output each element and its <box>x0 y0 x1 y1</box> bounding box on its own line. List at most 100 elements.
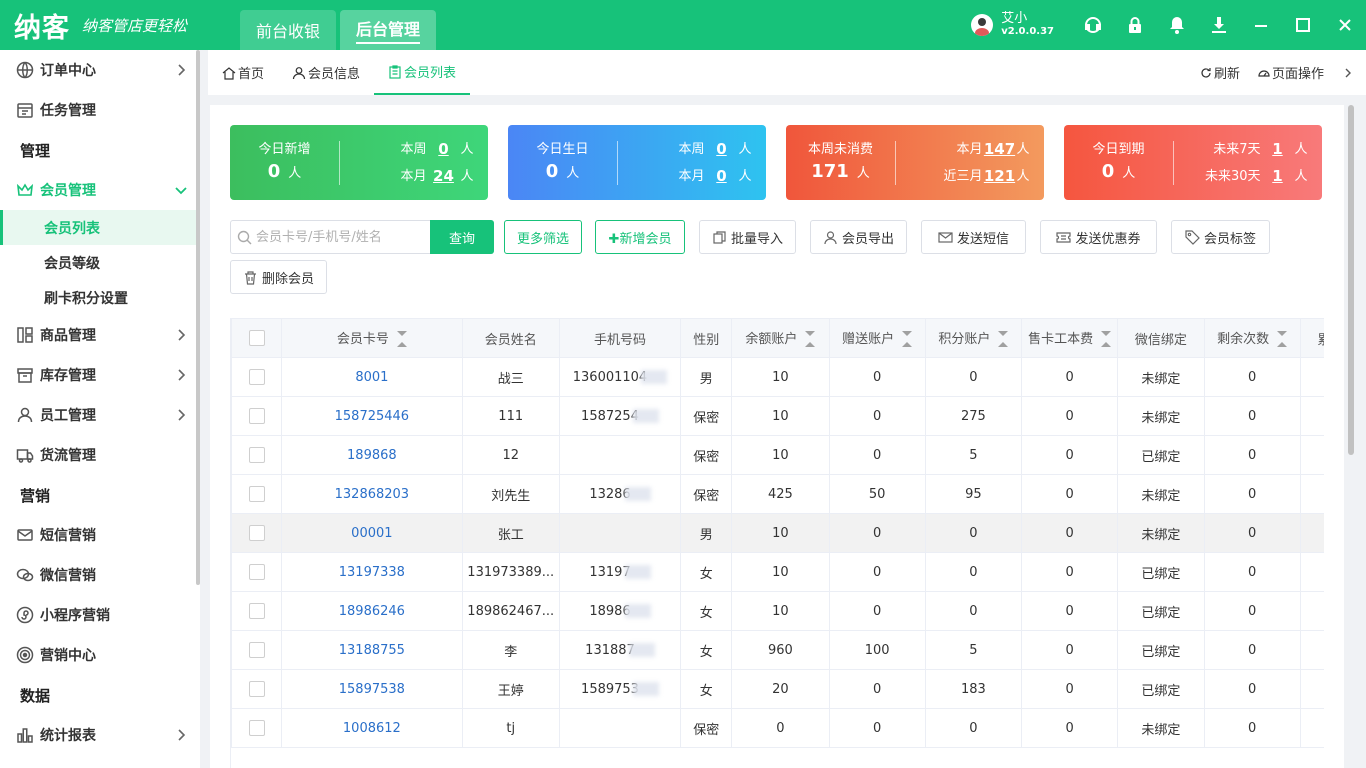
sort-icon[interactable] <box>1101 330 1112 348</box>
row-checkbox[interactable] <box>248 564 265 580</box>
table-row[interactable]: 13188755 李 131887 女 960 100 5 0 已绑定 0 <box>231 630 1324 670</box>
row-checkbox[interactable] <box>248 525 265 541</box>
sidebar-item-marketing-center[interactable]: 营销中心 <box>0 635 200 675</box>
add-member-button[interactable]: ✚新增会员 <box>595 220 685 254</box>
tab-home[interactable]: 首页 <box>208 50 278 95</box>
sidebar-item-miniprogram[interactable]: 小程序营销 <box>0 595 200 635</box>
stat-card-new[interactable]: 今日新增 0人 本周 0 人 本月 24 人 <box>230 125 488 200</box>
lock-icon[interactable] <box>1114 0 1156 50</box>
more-filter-button[interactable]: 更多筛选 <box>504 220 582 254</box>
bell-icon[interactable] <box>1156 0 1198 50</box>
col-balance[interactable]: 余额账户 <box>731 318 830 358</box>
row-select-cell[interactable] <box>231 630 283 670</box>
table-row[interactable]: 132868203 刘先生 13286 保密 425 50 95 0 未绑定 0 <box>231 474 1324 514</box>
page-ops-button[interactable]: 页面操作 <box>1258 63 1324 82</box>
col-remaining[interactable]: 剩余次数 <box>1203 318 1301 358</box>
refresh-button[interactable]: 刷新 <box>1200 63 1240 82</box>
search-input[interactable] <box>256 222 446 252</box>
sort-icon[interactable] <box>902 330 913 348</box>
row-select-cell[interactable] <box>231 474 283 514</box>
cell-card[interactable]: 18986246 <box>281 591 463 631</box>
member-tags-button[interactable]: 会员标签 <box>1171 220 1270 254</box>
table-row[interactable]: 13197338 131973389... 13197 女 10 0 0 0 已绑定 0 <box>231 552 1324 592</box>
col-points[interactable]: 积分账户 <box>924 318 1023 358</box>
cell-card[interactable]: 158725446 <box>281 396 463 436</box>
send-coupon-button[interactable]: 发送优惠券 <box>1040 220 1157 254</box>
sidebar-item-stock[interactable]: 库存管理 <box>0 355 200 395</box>
row-select-cell[interactable] <box>231 708 283 748</box>
row-select-cell[interactable] <box>231 591 283 631</box>
user-info[interactable]: 艾小 v2.0.0.37 <box>971 12 1054 38</box>
cell-card[interactable]: 8001 <box>281 357 463 397</box>
sidebar-item-tasks[interactable]: 任务管理 <box>0 90 200 130</box>
sidebar-item-wechat[interactable]: 微信营销 <box>0 555 200 595</box>
table-row[interactable]: 15897538 王婷 1589753 女 20 0 183 0 已绑定 0 <box>231 669 1324 709</box>
table-row[interactable]: 00001 张工男 10 0 0 0 未绑定 0 <box>231 513 1324 553</box>
sidebar-item-reports[interactable]: 统计报表 <box>0 715 200 755</box>
sidebar-item-staff[interactable]: 员工管理 <box>0 395 200 435</box>
stat-card-expiring[interactable]: 今日到期 0人 未来7天 1 人 未来30天 1 人 <box>1064 125 1322 200</box>
sort-icon[interactable] <box>1277 330 1288 348</box>
row-checkbox[interactable] <box>248 408 265 424</box>
cell-card[interactable]: 00001 <box>281 513 463 553</box>
stat-card-inactive[interactable]: 本周未消费 171 人 本月 147 人 近三月 121 人 <box>786 125 1044 200</box>
table-row[interactable]: 8001 战三 136001104 男 10 0 0 0 未绑定 0 <box>231 357 1324 397</box>
row-select-cell[interactable] <box>231 357 283 397</box>
download-icon[interactable] <box>1198 0 1240 50</box>
cell-card[interactable]: 132868203 <box>281 474 463 514</box>
query-button[interactable]: 查询 <box>430 220 494 254</box>
sidebar-item-card-points[interactable]: 刷卡积分设置 <box>0 280 200 315</box>
cell-card[interactable]: 13188755 <box>281 630 463 670</box>
scrollbar-thumb[interactable] <box>1348 105 1354 455</box>
sort-icon[interactable] <box>396 330 407 348</box>
table-row[interactable]: 1008612 tj 保密 0 0 0 0 未绑定 0 <box>231 708 1324 748</box>
col-gift[interactable]: 赠送账户 <box>828 318 926 358</box>
send-sms-button[interactable]: 发送短信 <box>921 220 1026 254</box>
sidebar-scrollbar[interactable] <box>196 50 200 585</box>
sort-icon[interactable] <box>805 330 816 348</box>
top-tab-admin[interactable]: 后台管理 <box>340 10 437 50</box>
row-checkbox[interactable] <box>248 642 265 658</box>
content-scrollbar[interactable] <box>1346 105 1356 745</box>
row-select-cell[interactable] <box>231 669 283 709</box>
select-all-checkbox[interactable] <box>248 330 265 346</box>
row-checkbox[interactable] <box>248 447 265 463</box>
export-button[interactable]: 会员导出 <box>810 220 907 254</box>
cell-card[interactable]: 189868 <box>281 435 463 475</box>
sort-icon[interactable] <box>998 330 1009 348</box>
delete-member-button[interactable]: 删除会员 <box>230 260 327 294</box>
cell-card[interactable]: 1008612 <box>281 708 463 748</box>
row-checkbox[interactable] <box>248 681 265 697</box>
minimize-icon[interactable] <box>1240 0 1282 50</box>
select-all-cell[interactable] <box>231 318 283 358</box>
cell-card[interactable]: 13197338 <box>281 552 463 592</box>
row-checkbox[interactable] <box>248 369 265 385</box>
sidebar-item-goods[interactable]: 商品管理 <box>0 315 200 355</box>
tab-member-list[interactable]: 会员列表 <box>374 50 471 95</box>
row-select-cell[interactable] <box>231 552 283 592</box>
row-checkbox[interactable] <box>248 720 265 736</box>
maximize-icon[interactable] <box>1282 0 1324 50</box>
close-icon[interactable] <box>1324 0 1366 50</box>
top-tab-cashier[interactable]: 前台收银 <box>240 10 337 50</box>
col-card-fee[interactable]: 售卡工本费 <box>1021 318 1119 358</box>
col-card-no[interactable]: 会员卡号 <box>281 318 463 358</box>
table-row[interactable]: 189868 12 保密 10 0 5 0 已绑定 0 <box>231 435 1324 475</box>
chevron-right-icon[interactable] <box>1342 67 1356 79</box>
row-select-cell[interactable] <box>231 513 283 553</box>
sidebar-item-orders[interactable]: 订单中心 <box>0 50 200 90</box>
sidebar-item-members[interactable]: 会员管理 <box>0 170 200 210</box>
stat-card-birthday[interactable]: 今日生日 0人 本周 0 人 本月 0 人 <box>508 125 766 200</box>
row-select-cell[interactable] <box>231 396 283 436</box>
batch-import-button[interactable]: 批量导入 <box>699 220 796 254</box>
cell-card[interactable]: 15897538 <box>281 669 463 709</box>
sidebar-item-member-level[interactable]: 会员等级 <box>0 245 200 280</box>
tab-member-info[interactable]: 会员信息 <box>278 50 374 95</box>
row-checkbox[interactable] <box>248 603 265 619</box>
row-select-cell[interactable] <box>231 435 283 475</box>
sidebar-item-member-list[interactable]: 会员列表 <box>0 210 196 245</box>
row-checkbox[interactable] <box>248 486 265 502</box>
sidebar-item-logistics[interactable]: 货流管理 <box>0 435 200 475</box>
headset-icon[interactable] <box>1072 0 1114 50</box>
table-row[interactable]: 18986246 189862467... 18986 女 10 0 0 0 已绑定 0 <box>231 591 1324 631</box>
